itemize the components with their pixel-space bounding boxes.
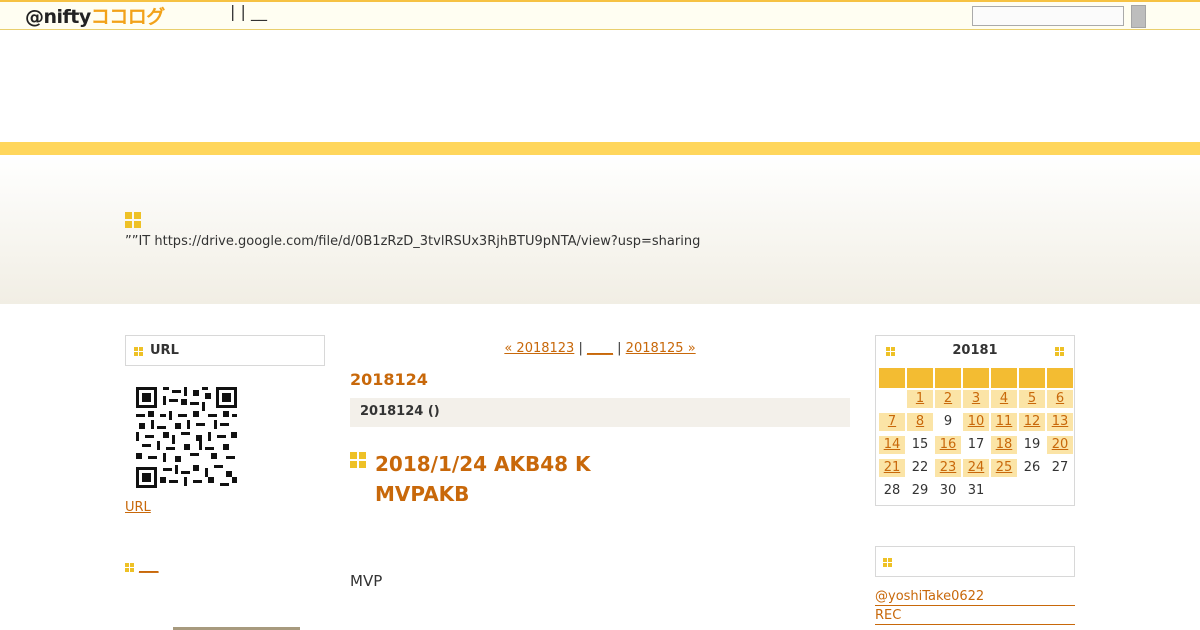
search-button[interactable]	[1131, 5, 1146, 28]
prev-month-link[interactable]: « 2018123	[504, 341, 574, 356]
calendar-day-link[interactable]: 23	[935, 459, 961, 477]
nav-separator: |	[617, 341, 622, 356]
url-link[interactable]: URL	[125, 500, 151, 515]
calendar-days: 1 2 3 4 5 6 7 8 9 10 11 12 13 14 15 16 17 18 19 20 21 22 23 24 2…	[879, 390, 1073, 500]
archive-title: 2018124	[350, 370, 428, 389]
calendar-day: 26	[1023, 460, 1041, 475]
month-navigation: « 2018123 | ____ | 2018125 »	[350, 341, 850, 356]
calendar-day-link[interactable]: 10	[963, 413, 989, 431]
sidebar-section-link[interactable]: ___	[139, 559, 159, 574]
url-widget-title: URL	[150, 343, 179, 358]
twitter-item-link[interactable]: REC	[875, 608, 1075, 625]
four-square-bullet-icon	[1055, 347, 1064, 356]
calendar-day: 19	[1023, 437, 1041, 452]
calendar-day-link[interactable]: 24	[963, 459, 989, 477]
calendar-day	[879, 390, 905, 408]
calendar-day: 17	[967, 437, 985, 452]
calendar-weekday	[935, 368, 961, 388]
logo-prefix: @nifty	[25, 6, 91, 28]
calendar-day-link[interactable]: 2	[935, 390, 961, 408]
calendar-day: 31	[967, 483, 985, 498]
search-input[interactable]	[972, 6, 1124, 26]
calendar-day-link[interactable]: 13	[1047, 413, 1073, 431]
entry-title[interactable]: 2018/1/24 AKB48 K MVPAKB	[375, 449, 591, 509]
calendar-day-link[interactable]: 14	[879, 436, 905, 454]
blog-header: ””IT https://drive.google.com/file/d/0B1…	[0, 155, 1200, 304]
calendar-day-link[interactable]: 5	[1019, 390, 1045, 408]
calendar-day: 22	[911, 460, 929, 475]
calendar-day-link[interactable]: 8	[907, 413, 933, 431]
blog-description: ””IT https://drive.google.com/file/d/0B1…	[125, 234, 701, 249]
nifty-cocolog-logo[interactable]: @niftyココログ	[25, 2, 165, 29]
date-header: 2018124 ()	[350, 398, 850, 427]
calendar-weekday	[991, 368, 1017, 388]
calendar-day: 27	[1051, 460, 1069, 475]
four-square-bullet-icon	[125, 212, 141, 228]
calendar-day-link[interactable]: 21	[879, 459, 905, 477]
calendar-day-link[interactable]: 1	[907, 390, 933, 408]
calendar-day: 30	[939, 483, 957, 498]
top-nav-links[interactable]: | | __	[230, 2, 267, 21]
calendar-weekday	[1047, 368, 1073, 388]
calendar-weekday	[907, 368, 933, 388]
logo-brand: ココログ	[90, 6, 166, 28]
calendar-day: 28	[883, 483, 901, 498]
calendar-day: 9	[943, 414, 953, 429]
entry-body: MVP	[350, 572, 383, 590]
calendar-day: 29	[911, 483, 929, 498]
calendar-weekday-header	[879, 368, 1073, 388]
calendar-weekday	[1019, 368, 1045, 388]
calendar-weekday	[963, 368, 989, 388]
calendar-day-link[interactable]: 18	[991, 436, 1017, 454]
date-header-text: 2018124 ()	[360, 404, 440, 419]
calendar-day-link[interactable]: 11	[991, 413, 1017, 431]
four-square-bullet-icon	[125, 563, 134, 572]
nav-separator: |	[578, 341, 583, 356]
calendar-day-link[interactable]: 3	[963, 390, 989, 408]
entry-title-line: MVPAKB	[375, 482, 470, 506]
calendar-day-link[interactable]: 12	[1019, 413, 1045, 431]
calendar-day-link[interactable]: 7	[879, 413, 905, 431]
four-square-bullet-icon	[883, 558, 892, 567]
entry-title-line: 2018/1/24 AKB48 K	[375, 452, 591, 476]
main-page-link[interactable]: ____	[587, 341, 613, 356]
calendar-day: 15	[911, 437, 929, 452]
calendar-title: 20181	[952, 343, 998, 358]
calendar-day-link[interactable]: 16	[935, 436, 961, 454]
header-stripe	[0, 142, 1200, 155]
twitter-widget-header	[875, 546, 1075, 577]
top-bar: @niftyココログ | | __	[0, 0, 1200, 30]
next-month-link[interactable]: 2018125 »	[626, 341, 696, 356]
qr-code-image	[136, 387, 237, 488]
calendar-day-link[interactable]: 25	[991, 459, 1017, 477]
calendar-widget: 20181 1 2 3 4 5 6 7 8 9 10 11 12 13 14 15 16 17 18 19 20 21 2…	[875, 335, 1075, 506]
calendar-day-link[interactable]: 4	[991, 390, 1017, 408]
twitter-handle-link[interactable]: @yoshiTake0622	[875, 589, 1075, 606]
four-square-bullet-icon	[350, 452, 366, 468]
url-widget-header: URL	[125, 335, 325, 366]
calendar-weekday	[879, 368, 905, 388]
four-square-bullet-icon	[134, 347, 143, 356]
calendar-day-link[interactable]: 6	[1047, 390, 1073, 408]
calendar-day-link[interactable]: 20	[1047, 436, 1073, 454]
